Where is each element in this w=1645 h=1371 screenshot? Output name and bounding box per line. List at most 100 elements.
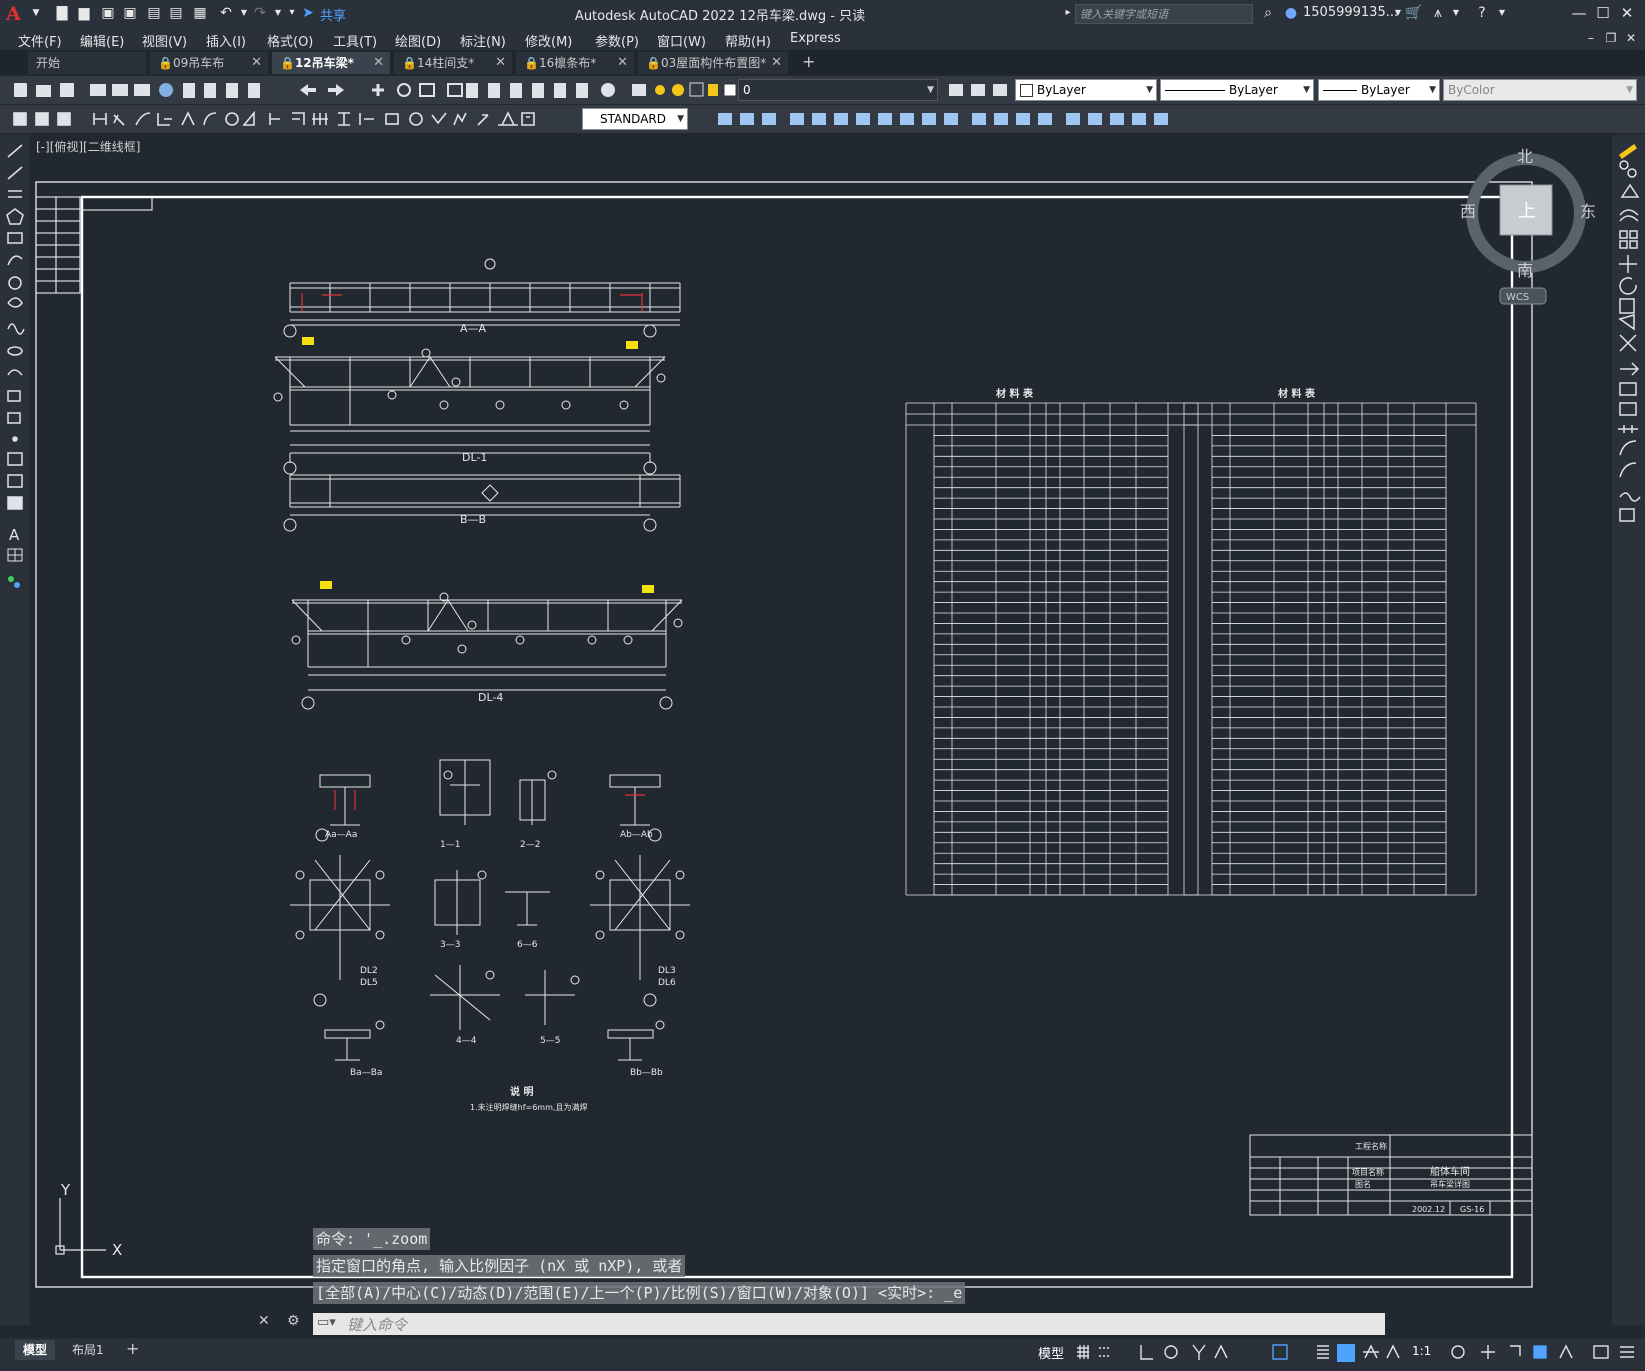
status-right-icons[interactable] (1450, 1342, 1640, 1366)
viewcube[interactable]: 上 北 南 东 西 WCS (1460, 147, 1596, 305)
new-file-icon[interactable]: ▇ (54, 5, 70, 21)
standard-toolbar-icons[interactable] (8, 80, 678, 100)
tab-09[interactable]: 🔒09吊车布 ✕ (150, 52, 268, 74)
lineweight-value: ByLayer (1361, 83, 1410, 97)
user-account[interactable]: 1505999135... (1303, 5, 1398, 20)
tab-14[interactable]: 🔒14柱间支* ✕ (394, 52, 512, 74)
undo-icon[interactable]: ↶ (218, 5, 234, 21)
viewcube-north[interactable]: 北 (1517, 147, 1533, 166)
viewcube-south[interactable]: 南 (1517, 261, 1533, 280)
doc-restore-button[interactable]: ❐ (1600, 28, 1622, 48)
maximize-window-button[interactable]: ☐ (1592, 3, 1614, 23)
title-4-4: 4—4 (456, 1036, 477, 1046)
open-file-icon[interactable]: ▆ (76, 5, 92, 21)
modify-tool-icons[interactable] (1612, 135, 1645, 535)
viewcube-east[interactable]: 东 (1580, 202, 1596, 221)
layer-state-icons[interactable] (650, 80, 740, 100)
close-window-button[interactable]: ✕ (1616, 3, 1638, 23)
modify-toolbar-icons[interactable] (694, 109, 1214, 129)
title-ab-ab: Ab—Ab (620, 830, 653, 840)
menu-parametric[interactable]: 参数(P) (595, 31, 639, 50)
cart-icon[interactable]: 🛒 (1405, 5, 1422, 21)
close-tab-icon[interactable]: ✕ (771, 52, 782, 74)
dimension-toolbar-icons[interactable] (8, 109, 578, 129)
command-input[interactable]: ▭▾ 键入命令 (313, 1313, 1385, 1335)
drawing-content[interactable]: A—A DL-1 B—B DL-4 Aa—Aa 1—1 2—2 Ab—Ab 3—… (30, 135, 1612, 1320)
plotstyle-dropdown[interactable]: ByColor ▼ (1443, 79, 1637, 101)
draw-tool-icons[interactable]: A (0, 135, 30, 595)
tab-start[interactable]: 开始 (28, 52, 146, 74)
share-button[interactable]: 共享 (320, 5, 346, 24)
close-tab-icon[interactable]: ✕ (495, 52, 506, 74)
redo-icon[interactable]: ↷ (252, 5, 268, 21)
menu-modify[interactable]: 修改(M) (525, 31, 572, 50)
autocad-logo[interactable]: A (6, 3, 24, 25)
tb-drawing: 吊车梁详图 (1430, 1179, 1470, 1189)
customize-quickaccess-icon[interactable]: ▾ (284, 5, 300, 21)
user-dropdown-icon[interactable]: ▼ (1390, 5, 1406, 21)
undo-dropdown-icon[interactable]: ▼ (236, 5, 252, 21)
close-tab-icon[interactable]: ✕ (617, 52, 628, 74)
add-layout-button[interactable]: + (126, 1339, 139, 1358)
plot-icon[interactable]: ▦ (192, 5, 208, 21)
menu-express[interactable]: Express (790, 31, 841, 46)
close-command-line-icon[interactable]: ✕ (258, 1313, 270, 1329)
tab-model[interactable]: 模型 (15, 1340, 56, 1360)
save-as-icon[interactable]: ▣ (122, 5, 138, 21)
tab-03[interactable]: 🔒03屋面构件布置图* ✕ (638, 52, 788, 74)
doc-minimize-button[interactable]: – (1580, 28, 1602, 48)
lock-icon: 🔒 (524, 56, 539, 70)
menu-help[interactable]: 帮助(H) (725, 31, 771, 50)
title-block (1249, 1134, 1533, 1216)
layer-tools-icons[interactable] (945, 80, 1015, 100)
save-web-icon[interactable]: ▤ (168, 5, 184, 21)
menu-insert[interactable]: 插入(I) (206, 31, 246, 50)
material-tables (905, 402, 1477, 896)
save-icon[interactable]: ▣ (100, 5, 116, 21)
linetype-dropdown[interactable]: ByLayer ▼ (1160, 79, 1314, 101)
color-value: ByLayer (1037, 83, 1086, 97)
annotation-visibility-active[interactable] (1337, 1344, 1355, 1362)
open-web-icon[interactable]: ▤ (146, 5, 162, 21)
user-icon[interactable]: ● (1283, 5, 1299, 21)
menu-file[interactable]: 文件(F) (18, 31, 62, 50)
help-dropdown-icon[interactable]: ▼ (1494, 5, 1510, 21)
menu-format[interactable]: 格式(O) (267, 31, 313, 50)
autodesk-app-icon[interactable]: ⩚ (1430, 5, 1446, 21)
dimstyle-dropdown[interactable]: STANDARD ▼ (582, 108, 688, 130)
menu-view[interactable]: 视图(V) (142, 31, 187, 50)
search-input[interactable]: 键入关键字或短语 (1075, 4, 1253, 24)
layer-value: 0 (743, 83, 751, 97)
search-icon[interactable]: ⌕ (1260, 5, 1276, 21)
menu-dimension[interactable]: 标注(N) (460, 31, 506, 50)
help-icon[interactable]: ? (1474, 5, 1490, 21)
tab-label: 09吊车布 (172, 56, 225, 70)
tab-12[interactable]: 🔒12吊车梁* ✕ (272, 52, 390, 74)
lock-icon: 🔒 (280, 56, 295, 70)
app-dropdown-icon[interactable]: ▼ (1448, 5, 1464, 21)
close-tab-icon[interactable]: ✕ (373, 52, 384, 74)
linetype-value: ByLayer (1229, 83, 1278, 97)
tab-16[interactable]: 🔒16檩条布* ✕ (516, 52, 634, 74)
layer-dropdown[interactable]: 0 ▼ (738, 79, 938, 101)
close-tab-icon[interactable]: ✕ (251, 52, 262, 74)
customize-command-icon[interactable]: ⚙ (287, 1313, 300, 1329)
share-icon[interactable]: ➤ (300, 5, 316, 21)
menu-window[interactable]: 窗口(W) (657, 31, 706, 50)
menu-edit[interactable]: 编辑(E) (80, 31, 124, 50)
minimize-window-button[interactable]: — (1568, 3, 1590, 23)
color-dropdown[interactable]: ByLayer ▼ (1015, 79, 1157, 101)
tab-layout1[interactable]: 布局1 (64, 1340, 112, 1360)
model-space-button[interactable]: 模型 (1038, 1343, 1064, 1362)
menu-tools[interactable]: 工具(T) (333, 31, 377, 50)
menu-draw[interactable]: 绘图(D) (395, 31, 441, 50)
new-tab-button[interactable]: + (802, 52, 815, 71)
lineweight-dropdown[interactable]: ByLayer ▼ (1318, 79, 1440, 101)
command-history-line-2: 指定窗口的角点, 输入比例因子 (nX 或 nXP), 或者 (313, 1255, 686, 1277)
title-aa: A—A (460, 322, 487, 335)
app-menu-chevron-icon[interactable]: ▼ (28, 5, 44, 21)
doc-close-button[interactable]: ✕ (1620, 28, 1642, 48)
expand-search-icon[interactable]: ▸ (1060, 5, 1076, 21)
viewcube-west[interactable]: 西 (1460, 202, 1476, 221)
annotation-scale[interactable]: 1:1 (1412, 1344, 1431, 1358)
